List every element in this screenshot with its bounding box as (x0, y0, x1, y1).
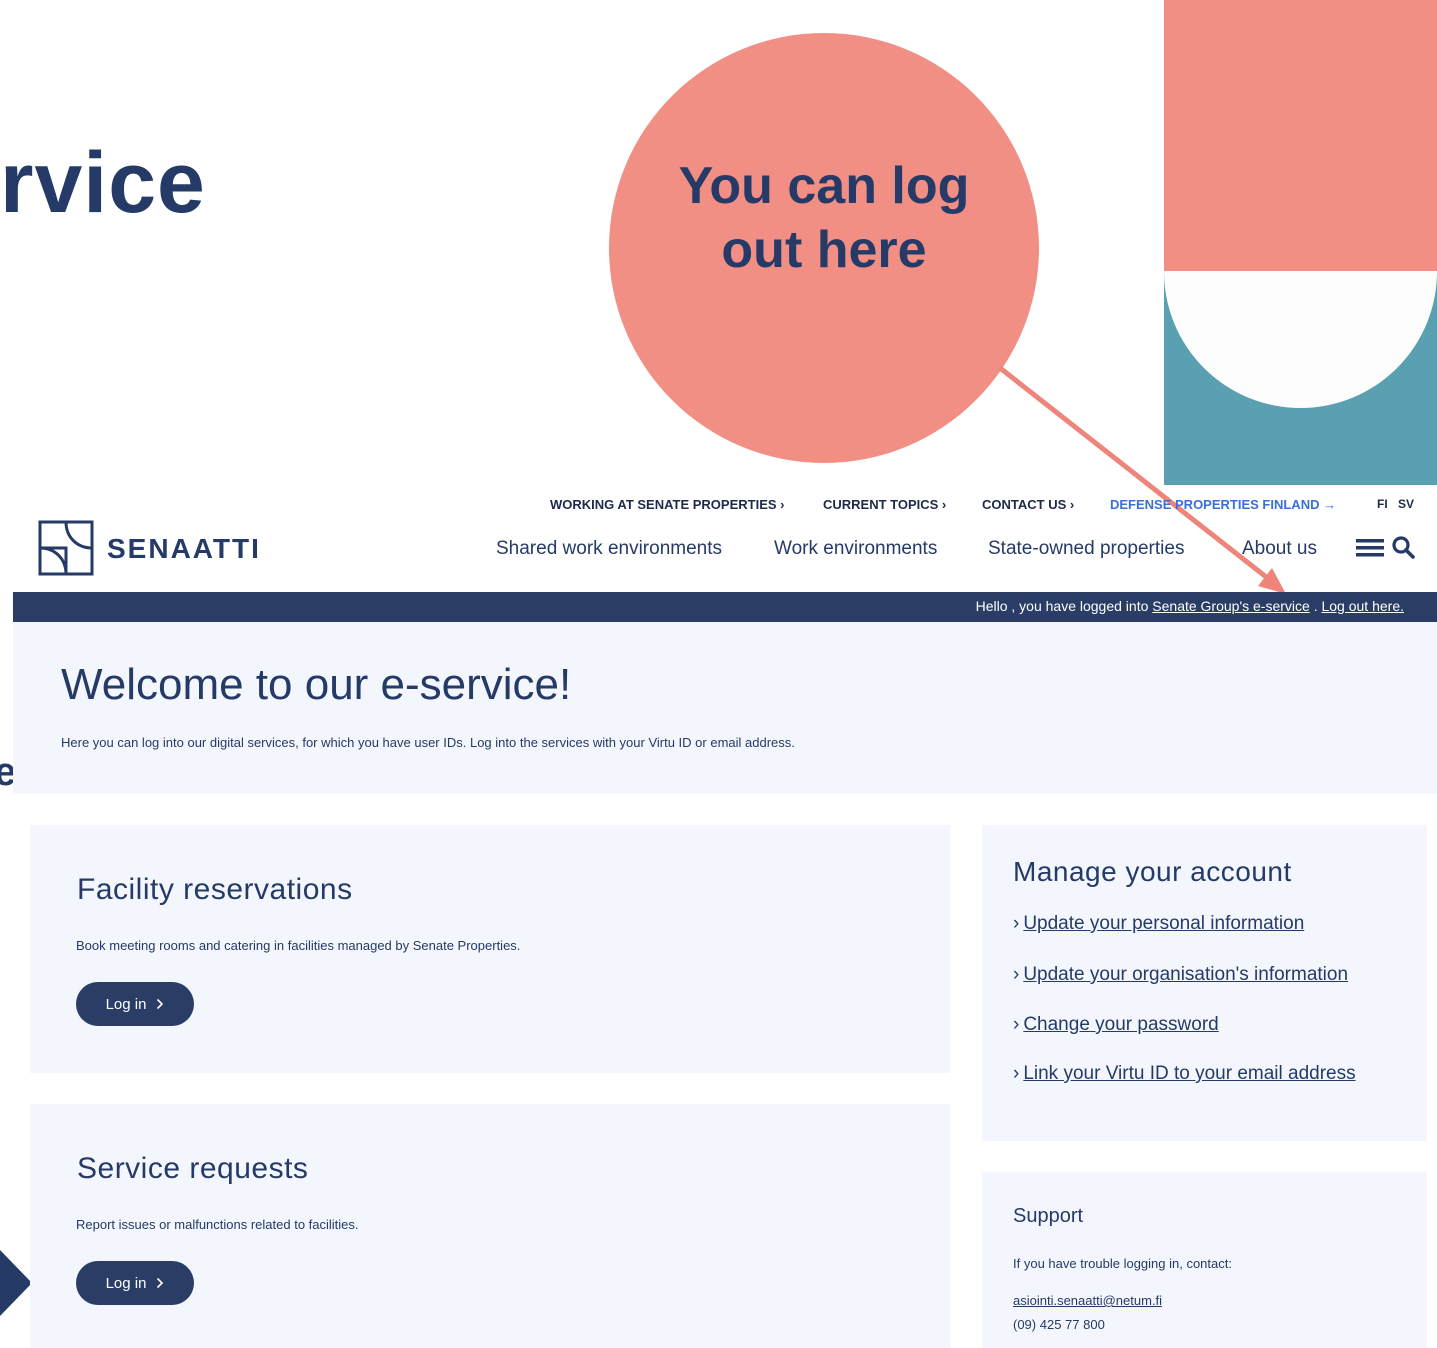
service-login-button[interactable]: Log in (76, 1261, 194, 1305)
facility-reservations-card: Facility reservations Book meeting rooms… (30, 825, 950, 1073)
chevron-right-icon (157, 998, 164, 1010)
service-description: Report issues or malfunctions related to… (76, 1217, 359, 1232)
topnav-topics-link[interactable]: CURRENT TOPICS › (823, 497, 946, 512)
nav-state-owned[interactable]: State-owned properties (988, 538, 1184, 560)
service-title: Service requests (77, 1152, 309, 1185)
facility-title: Facility reservations (77, 873, 353, 906)
senaatti-logo-icon[interactable] (38, 520, 94, 576)
chevron-right-icon: › (1013, 913, 1020, 934)
support-title: Support (1013, 1205, 1084, 1227)
topnav-defense-link[interactable]: DEFENSE PROPERTIES FINLAND → (1110, 497, 1336, 512)
nav-about-us[interactable]: About us (1242, 538, 1317, 560)
update-organisation-info-link[interactable]: › Update your organisation's information (1013, 964, 1348, 986)
chevron-right-icon (157, 1277, 164, 1289)
facility-login-label: Log in (105, 995, 147, 1013)
account-title: Manage your account (1013, 856, 1292, 887)
update-personal-info-link[interactable]: › Update your personal information (1013, 913, 1304, 935)
support-description: If you have trouble logging in, contact: (1013, 1256, 1232, 1271)
logo-text[interactable]: SENAATTI (107, 533, 261, 565)
chevron-right-icon: › (1013, 964, 1020, 985)
service-requests-card: Service requests Report issues or malfun… (30, 1104, 950, 1348)
slide-pointer-arrow-icon (0, 1250, 32, 1316)
facility-description: Book meeting rooms and catering in facil… (76, 938, 521, 953)
hello-separator: . (1309, 598, 1322, 614)
eservice-link[interactable]: Senate Group's e-service (1152, 598, 1310, 614)
search-icon[interactable] (1391, 535, 1415, 559)
page-description: Here you can log into our digital servic… (61, 735, 795, 750)
change-password-link[interactable]: › Change your password (1013, 1014, 1219, 1036)
page-title: Welcome to our e-service! (61, 660, 572, 709)
lang-sv-link[interactable]: SV (1398, 497, 1414, 511)
hello-prefix: Hello , you have logged into (975, 598, 1153, 614)
nav-shared-work[interactable]: Shared work environments (496, 538, 722, 560)
nav-work-environments[interactable]: Work environments (774, 538, 937, 560)
chevron-right-icon: › (1013, 1063, 1020, 1084)
lang-fi-link[interactable]: FI (1377, 497, 1388, 511)
facility-login-button[interactable]: Log in (76, 982, 194, 1026)
logout-link[interactable]: Log out here. (1321, 598, 1404, 614)
service-login-label: Log in (105, 1274, 147, 1292)
support-phone: (09) 425 77 800 (1013, 1317, 1105, 1332)
hamburger-menu-icon[interactable] (1356, 537, 1384, 559)
support-email-link[interactable]: asiointi.senaatti@netum.fi (1013, 1293, 1162, 1308)
topnav-contact-link[interactable]: CONTACT US › (982, 497, 1074, 512)
link-virtu-id-link[interactable]: › Link your Virtu ID to your email addres… (1013, 1063, 1356, 1085)
logged-in-message: Hello , you have logged into Senate Grou… (976, 598, 1404, 614)
topnav-working-link[interactable]: WORKING AT SENATE PROPERTIES › (550, 497, 785, 512)
chevron-right-icon: › (1013, 1014, 1020, 1035)
